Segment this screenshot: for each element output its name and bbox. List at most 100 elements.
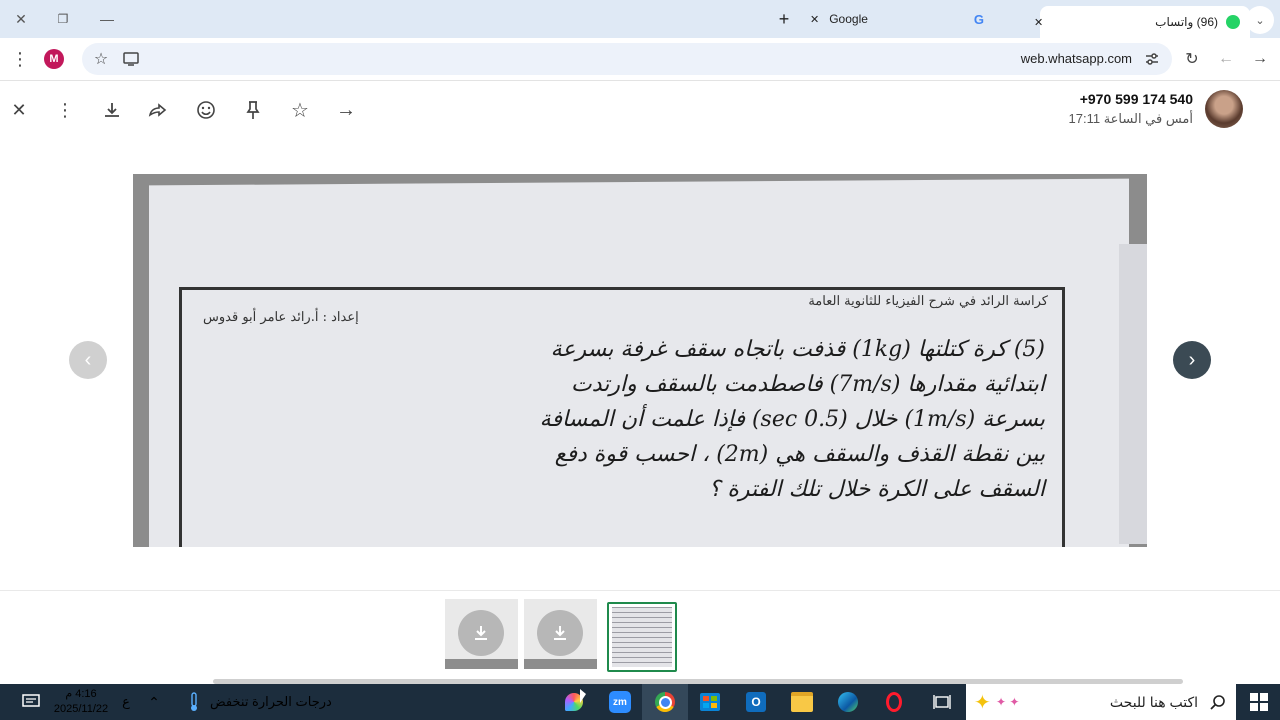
viewer-close-button[interactable]: ✕	[6, 97, 32, 123]
message-timestamp: أمس في الساعة 17:11	[1068, 111, 1193, 126]
restore-icon: ❐	[57, 12, 69, 26]
tab-label: Google	[829, 12, 868, 26]
image-preview: كراسة الرائد في شرح الفيزياء للثانوية ال…	[133, 174, 1147, 547]
mouse-cursor	[580, 689, 586, 703]
zoom-app-icon[interactable]: zm	[602, 684, 638, 720]
pin-button[interactable]	[240, 97, 266, 123]
pin-icon	[246, 101, 260, 119]
install-app-button[interactable]	[120, 48, 142, 70]
opera-app-icon[interactable]	[876, 684, 912, 720]
handwritten-question: (5) كرة كتلتها (1kg) قذفت باتجاه سقف غرف…	[203, 332, 1045, 507]
sender-avatar[interactable]	[1205, 90, 1243, 128]
go-to-message-button[interactable]: →	[333, 97, 359, 123]
arrow-right-icon: →	[336, 98, 356, 121]
tab-google[interactable]: ✕ Google G	[810, 0, 990, 38]
chevron-left-icon: ‹	[84, 348, 92, 371]
chevron-down-icon: ⌄	[1255, 14, 1265, 27]
minimize-window-button[interactable]: —	[86, 0, 128, 38]
star-icon: ☆	[291, 99, 309, 122]
arrow-right-icon: →	[1252, 50, 1268, 67]
question-line: بسرعة (1m/s) خلال (0.5 sec) فإذا علمت أن…	[539, 407, 1045, 432]
close-icon: ✕	[15, 10, 27, 27]
thumbnail-download[interactable]	[524, 599, 597, 669]
next-page-edge	[1119, 244, 1147, 544]
start-button[interactable]	[1238, 684, 1280, 720]
thermometer-icon	[184, 684, 204, 720]
star-message-button[interactable]: ☆	[287, 97, 313, 123]
windows-logo-icon	[1250, 693, 1268, 711]
question-line: ابتدائية مقدارها (7m/s) فاصطدمت بالسقف و…	[571, 372, 1045, 397]
search-icon	[1210, 695, 1225, 710]
sparkle-dots-icon: ✦ ✦	[996, 695, 1020, 709]
next-media-button[interactable]: ›	[1173, 341, 1211, 379]
clock-time: 4:16 م	[65, 688, 97, 700]
chrome-app-icon[interactable]	[642, 684, 688, 720]
app-paint-icon[interactable]	[556, 684, 592, 720]
thumbnail-download[interactable]	[445, 599, 518, 669]
edge-app-icon[interactable]	[830, 684, 866, 720]
tab-search-button[interactable]: ⌄	[1246, 6, 1274, 34]
profile-avatar[interactable]: M	[44, 49, 64, 69]
search-placeholder: اكتب هنا للبحث	[1109, 693, 1198, 710]
clock[interactable]: 4:16 م 2025/11/22	[50, 684, 112, 720]
kebab-menu-icon: ⋮	[11, 48, 29, 69]
chevron-right-icon: ›	[1188, 348, 1196, 371]
viewer-menu-button[interactable]: ⋮	[52, 97, 78, 123]
google-icon: G	[973, 11, 984, 27]
copilot-sparkle-icon: ✦	[974, 691, 991, 714]
chevron-up-icon: ⌃	[148, 693, 160, 710]
task-view-button[interactable]	[924, 684, 960, 720]
site-settings-button[interactable]	[1142, 49, 1162, 69]
download-icon	[458, 610, 504, 656]
whatsapp-icon	[1226, 15, 1240, 29]
download-icon	[105, 103, 119, 117]
forward-message-button[interactable]	[145, 97, 171, 123]
task-view-icon	[933, 695, 951, 709]
url-text[interactable]: web.whatsapp.com	[990, 51, 1132, 69]
tab-label: (96) واتساب	[1155, 15, 1218, 29]
react-button[interactable]	[193, 97, 219, 123]
outlook-app-icon[interactable]: O	[738, 684, 774, 720]
weather-widget[interactable]: درجات الحرارة تنخفض	[210, 684, 336, 720]
clock-date: 2025/11/22	[53, 703, 109, 715]
back-button[interactable]: ←	[1215, 48, 1237, 70]
minimize-icon: —	[100, 11, 114, 27]
tune-icon	[1146, 53, 1158, 65]
arrow-left-icon: ←	[1218, 50, 1234, 67]
taskbar-search-box[interactable]: ✦ ✦ ✦ اكتب هنا للبحث	[966, 684, 1236, 720]
question-line: بين نقطة القذف والسقف هي (2m) ، احسب قوة…	[554, 442, 1045, 467]
reload-button[interactable]: ↻	[1181, 48, 1203, 70]
menu-kebab-button[interactable]: ⋮	[8, 46, 32, 72]
forward-arrows-icon	[148, 103, 167, 117]
tab-whatsapp[interactable]: ✕ (96) واتساب	[1034, 6, 1250, 38]
thumbnail-current[interactable]	[607, 602, 677, 672]
download-button[interactable]	[99, 97, 125, 123]
notification-icon	[22, 694, 40, 707]
document-author: إعداد : أ.رائد عامر أبو قدوس	[203, 310, 359, 325]
store-app-icon[interactable]	[692, 684, 728, 720]
close-icon: ✕	[11, 99, 27, 120]
tab-close-icon[interactable]: ✕	[810, 13, 819, 26]
file-explorer-icon[interactable]	[784, 684, 820, 720]
download-icon	[537, 610, 583, 656]
document-header-title: كراسة الرائد في شرح الفيزياء للثانوية ال…	[808, 294, 1048, 309]
sender-name: +970 599 174 540	[1079, 91, 1193, 107]
emoji-icon	[197, 101, 215, 119]
language-indicator[interactable]: ع	[116, 684, 136, 720]
close-window-button[interactable]: ✕	[0, 0, 42, 38]
restore-window-button[interactable]: ❐	[42, 0, 84, 38]
tab-close-icon[interactable]: ✕	[1034, 16, 1043, 29]
new-tab-button[interactable]: +	[774, 0, 794, 38]
bookmark-star-button[interactable]: ☆	[90, 48, 112, 70]
question-line: السقف على الكرة خلال تلك الفترة ؟	[708, 477, 1045, 502]
install-icon	[123, 52, 139, 66]
kebab-menu-icon: ⋮	[56, 99, 74, 120]
reload-icon: ↻	[1185, 51, 1199, 68]
thumbnail-image	[612, 607, 672, 667]
show-hidden-icons-button[interactable]: ⌃	[142, 684, 166, 720]
previous-media-button[interactable]: ‹	[69, 341, 107, 379]
question-line: (5) كرة كتلتها (1kg) قذفت باتجاه سقف غرف…	[550, 337, 1045, 362]
notifications-button[interactable]	[14, 684, 48, 720]
star-icon: ☆	[93, 51, 109, 68]
forward-button[interactable]: →	[1249, 48, 1271, 70]
